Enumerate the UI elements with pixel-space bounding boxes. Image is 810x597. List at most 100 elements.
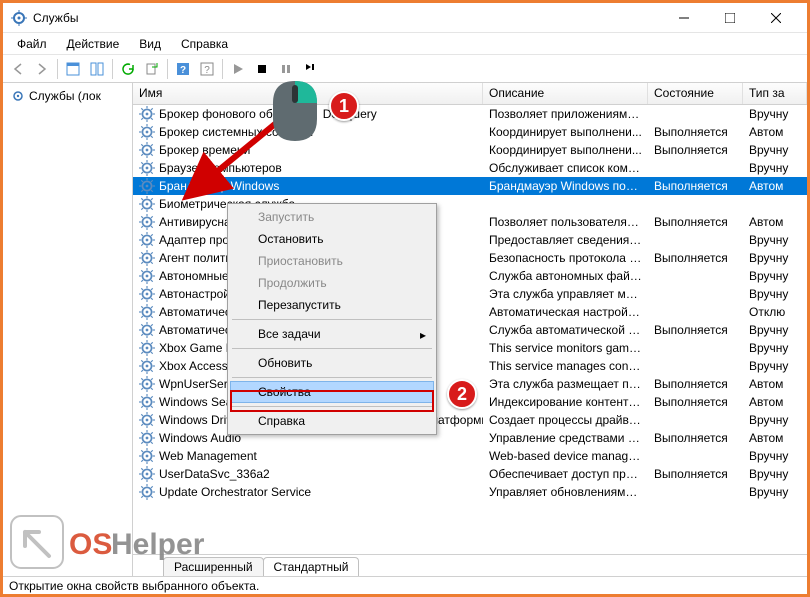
- watermark-brand1: OS: [69, 528, 112, 561]
- service-desc-cell: Индексирование контента,...: [483, 395, 648, 409]
- annotation-badge-1-label: 1: [339, 96, 349, 117]
- service-desc-cell: Координирует выполнени...: [483, 143, 648, 157]
- ctx-help[interactable]: Справка: [230, 410, 434, 432]
- service-type-cell: Вручну: [743, 323, 807, 337]
- ctx-refresh[interactable]: Обновить: [230, 352, 434, 374]
- svg-text:?: ?: [204, 65, 210, 76]
- tree-root-node[interactable]: Службы (лок: [3, 87, 132, 105]
- app-icon: [11, 10, 27, 26]
- col-header-state[interactable]: Состояние: [648, 83, 743, 104]
- service-state-cell: Выполняется: [648, 377, 743, 391]
- service-type-cell: Автом: [743, 215, 807, 229]
- service-type-cell: Вручну: [743, 233, 807, 247]
- service-type-cell: Вручну: [743, 467, 807, 481]
- service-state-cell: Выполняется: [648, 251, 743, 265]
- service-type-cell: Вручну: [743, 287, 807, 301]
- service-name-cell: Update Orchestrator Service: [133, 484, 483, 500]
- refresh-button[interactable]: [117, 58, 139, 80]
- service-desc-cell: Координирует выполнени...: [483, 125, 648, 139]
- service-desc-cell: Управляет обновлениями ...: [483, 485, 648, 499]
- submenu-arrow-icon: ▸: [420, 328, 426, 342]
- service-row[interactable]: UserDataSvc_336a2Обеспечивает доступ при…: [133, 465, 807, 483]
- maximize-button[interactable]: [707, 3, 753, 33]
- ctx-properties[interactable]: Свойства: [230, 381, 434, 403]
- service-desc-cell: Предоставляет сведения б...: [483, 233, 648, 247]
- service-state-cell: Выполняется: [648, 215, 743, 229]
- service-desc-cell: This service monitors games.: [483, 341, 648, 355]
- ctx-restart[interactable]: Перезапустить: [230, 294, 434, 316]
- service-desc-cell: Позволяет пользователям ...: [483, 215, 648, 229]
- tab-standard[interactable]: Стандартный: [263, 557, 360, 576]
- col-header-startup[interactable]: Тип за: [743, 83, 807, 104]
- service-name-cell: Web Management: [133, 448, 483, 464]
- export-button[interactable]: [141, 58, 163, 80]
- service-type-cell: Вручну: [743, 143, 807, 157]
- service-type-cell: Автом: [743, 377, 807, 391]
- service-type-cell: Вручну: [743, 341, 807, 355]
- window-title: Службы: [33, 11, 78, 25]
- service-type-cell: Вручну: [743, 359, 807, 373]
- service-desc-cell: Автоматическая настройк...: [483, 305, 648, 319]
- service-type-cell: Вручну: [743, 449, 807, 463]
- back-button[interactable]: [7, 58, 29, 80]
- menu-view[interactable]: Вид: [131, 35, 169, 53]
- menu-file[interactable]: Файл: [9, 35, 55, 53]
- annotation-badge-2-label: 2: [457, 384, 467, 405]
- annotation-mouse-icon: [269, 77, 321, 145]
- menubar: Файл Действие Вид Справка: [3, 33, 807, 55]
- service-desc-cell: Web-based device manage...: [483, 449, 648, 463]
- service-desc-cell: Создает процессы драйвер...: [483, 413, 648, 427]
- tabs: Расширенный Стандартный: [133, 554, 807, 576]
- service-desc-cell: Эта служба размещает пла...: [483, 377, 648, 391]
- service-type-cell: Отклю: [743, 305, 807, 319]
- ctx-all-tasks-label: Все задачи: [258, 327, 321, 341]
- service-desc-cell: Обслуживает список комп...: [483, 161, 648, 175]
- service-state-cell: Выполняется: [648, 179, 743, 193]
- annotation-badge-1: 1: [329, 91, 359, 121]
- service-type-cell: Автом: [743, 125, 807, 139]
- service-type-cell: Вручну: [743, 269, 807, 283]
- service-type-cell: Автом: [743, 395, 807, 409]
- help-button-2[interactable]: ?: [196, 58, 218, 80]
- column-headers: Имя Описание Состояние Тип за: [133, 83, 807, 105]
- ctx-all-tasks[interactable]: Все задачи ▸: [230, 323, 434, 345]
- minimize-button[interactable]: [661, 3, 707, 33]
- service-type-cell: Вручну: [743, 107, 807, 121]
- titlebar: Службы: [3, 3, 807, 33]
- service-desc-cell: Брандмауэр Windows пом...: [483, 179, 648, 193]
- toolbar: ? ?: [3, 55, 807, 83]
- watermark-brand2: Helper: [111, 528, 205, 561]
- service-desc-cell: Служба автоматической у...: [483, 323, 648, 337]
- service-desc-cell: Безопасность протокола I...: [483, 251, 648, 265]
- service-desc-cell: Обеспечивает доступ прил...: [483, 467, 648, 481]
- menu-help[interactable]: Справка: [173, 35, 236, 53]
- forward-button[interactable]: [31, 58, 53, 80]
- service-state-cell: Выполняется: [648, 143, 743, 157]
- context-menu: Запустить Остановить Приостановить Продо…: [227, 203, 437, 435]
- service-desc-cell: This service manages conne...: [483, 359, 648, 373]
- help-button[interactable]: ?: [172, 58, 194, 80]
- ctx-resume[interactable]: Продолжить: [230, 272, 434, 294]
- ctx-pause[interactable]: Приостановить: [230, 250, 434, 272]
- svg-text:?: ?: [180, 65, 186, 76]
- ctx-stop[interactable]: Остановить: [230, 228, 434, 250]
- ctx-start[interactable]: Запустить: [230, 206, 434, 228]
- services-icon: [11, 89, 25, 103]
- service-row[interactable]: Web ManagementWeb-based device manage...…: [133, 447, 807, 465]
- col-header-description[interactable]: Описание: [483, 83, 648, 104]
- service-desc-cell: Эта служба управляет моб...: [483, 287, 648, 301]
- service-state-cell: Выполняется: [648, 125, 743, 139]
- service-row[interactable]: Update Orchestrator ServiceУправляет обн…: [133, 483, 807, 501]
- service-state-cell: Выполняется: [648, 395, 743, 409]
- tree-root-label: Службы (лок: [29, 89, 101, 103]
- details-pane-button[interactable]: [62, 58, 84, 80]
- close-button[interactable]: [753, 3, 799, 33]
- start-service-button[interactable]: [227, 58, 249, 80]
- statusbar-text: Открытие окна свойств выбранного объекта…: [9, 579, 259, 593]
- service-state-cell: Выполняется: [648, 323, 743, 337]
- columns-button[interactable]: [86, 58, 108, 80]
- service-type-cell: Вручну: [743, 251, 807, 265]
- service-type-cell: Вручну: [743, 413, 807, 427]
- menu-action[interactable]: Действие: [59, 35, 128, 53]
- service-state-cell: Выполняется: [648, 431, 743, 445]
